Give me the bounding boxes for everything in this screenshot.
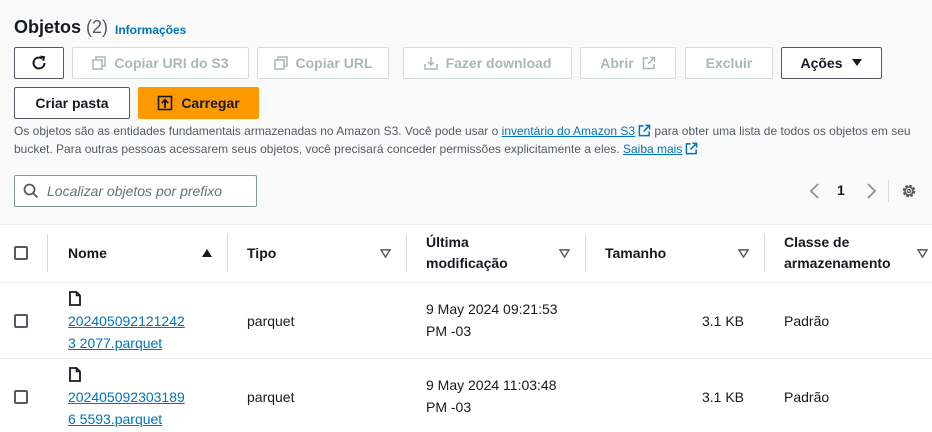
upload-icon (158, 95, 173, 111)
page-title: Objetos (2) (14, 17, 108, 38)
chevron-left-icon[interactable] (808, 182, 822, 200)
column-header-size[interactable]: Tamanho (605, 224, 666, 282)
object-name-link[interactable]: 202405092303189 6 5593.parquet (68, 386, 185, 430)
object-modified: 9 May 2024 09:21:53 PM -03 (426, 298, 558, 342)
copy-s3-uri-button[interactable]: Copiar URI do S3 (72, 47, 249, 79)
object-storage-class: Padrão (784, 389, 830, 405)
select-all-checkbox[interactable] (14, 246, 28, 260)
inventory-link[interactable]: inventário do Amazon S3 (502, 124, 635, 138)
external-link-icon (642, 56, 655, 70)
copy-url-label: Copiar URL (295, 55, 373, 71)
actions-dropdown[interactable]: Ações (781, 47, 882, 79)
object-type: parquet (247, 389, 295, 405)
object-name-line2: 6 5593.parquet (68, 411, 163, 427)
column-header-storage-class-line2: armazenamento (784, 255, 891, 271)
chevron-right-icon[interactable] (864, 182, 878, 200)
refresh-button[interactable] (14, 47, 64, 79)
actions-label: Ações (800, 55, 843, 71)
open-label: Abrir (600, 55, 634, 71)
sort-ascending-icon[interactable] (201, 248, 213, 258)
create-folder-label: Criar pasta (35, 95, 109, 111)
column-header-name-label: Nome (68, 244, 107, 261)
column-divider (47, 234, 48, 272)
object-storage-class: Padrão (784, 313, 830, 329)
search-input[interactable] (47, 183, 247, 199)
column-header-storage-class[interactable]: Classe de armazenamento (784, 224, 891, 282)
download-icon (423, 57, 438, 70)
object-size: 3.1 KB (701, 389, 744, 405)
row-checkbox[interactable] (14, 390, 28, 404)
inventory-link-label: inventário do Amazon S3 (501, 124, 636, 138)
column-header-modified[interactable]: Última modificação (426, 224, 508, 282)
caret-down-icon (851, 59, 862, 66)
row-checkbox[interactable] (14, 314, 28, 328)
column-header-type[interactable]: Tipo (247, 224, 276, 282)
current-page[interactable]: 1 (837, 182, 845, 198)
object-name-line2: 3 2077.parquet (68, 335, 163, 351)
external-link-icon (686, 142, 698, 155)
learn-more-label: Saiba mais (622, 142, 683, 156)
copy-s3-uri-label: Copiar URI do S3 (114, 55, 229, 71)
object-modified: 9 May 2024 11:03:48 PM -03 (426, 374, 557, 418)
column-header-modified-line1: Última (426, 234, 469, 250)
delete-label: Excluir (705, 55, 753, 71)
open-button[interactable]: Abrir (580, 47, 676, 79)
sort-caret-icon[interactable] (738, 249, 749, 258)
column-header-type-label: Tipo (247, 244, 277, 261)
search-icon (23, 183, 39, 199)
row-divider (0, 358, 932, 359)
column-header-modified-line2: modificação (426, 255, 508, 271)
copy-icon (92, 56, 107, 70)
column-divider (585, 234, 586, 272)
learn-more-link[interactable]: Saiba mais (623, 142, 682, 156)
column-header-size-label: Tamanho (605, 244, 667, 261)
file-icon (69, 367, 81, 382)
column-divider (406, 234, 407, 272)
upload-label: Carregar (181, 95, 240, 111)
object-name-link[interactable]: 202405092121242 3 2077.parquet (68, 310, 185, 354)
column-header-modified-label: Última modificação (426, 232, 508, 274)
pager-divider (888, 180, 889, 202)
object-modified-line2: PM -03 (426, 323, 472, 339)
download-button[interactable]: Fazer download (403, 47, 572, 79)
column-header-storage-class-label: Classe de armazenamento (784, 232, 891, 274)
copy-url-button[interactable]: Copiar URL (257, 47, 389, 79)
external-link-icon (638, 124, 651, 137)
object-count: (2) (86, 17, 109, 37)
download-label: Fazer download (445, 55, 552, 71)
file-icon (69, 291, 81, 306)
gear-icon[interactable] (900, 182, 918, 200)
column-header-name[interactable]: Nome (68, 224, 107, 282)
upload-button[interactable]: Carregar (138, 87, 259, 119)
object-name-line1: 202405092303189 (68, 389, 185, 405)
sort-caret-icon[interactable] (917, 249, 928, 258)
column-divider (764, 234, 765, 272)
column-header-storage-class-line1: Classe de (784, 234, 850, 250)
object-modified-line1: 9 May 2024 09:21:53 (426, 301, 558, 317)
page-title-text: Objetos (14, 17, 82, 37)
refresh-icon (32, 55, 46, 70)
column-divider (227, 234, 228, 272)
delete-button[interactable]: Excluir (685, 47, 773, 79)
object-name-line1: 202405092121242 (68, 313, 185, 329)
object-type: parquet (247, 313, 295, 329)
create-folder-button[interactable]: Criar pasta (14, 87, 130, 119)
copy-icon (273, 56, 288, 70)
objects-description: Os objetos são as entidades fundamentais… (14, 122, 924, 158)
row-divider (0, 282, 932, 283)
info-link[interactable]: Informações (115, 23, 186, 37)
object-modified-line1: 9 May 2024 11:03:48 (426, 377, 557, 393)
description-text-1: Os objetos são as entidades fundamentais… (14, 124, 502, 138)
object-modified-line2: PM -03 (426, 399, 472, 415)
search-box (14, 175, 257, 207)
sort-caret-icon[interactable] (559, 249, 570, 258)
object-size: 3.1 KB (701, 313, 744, 329)
sort-caret-icon[interactable] (380, 249, 391, 258)
